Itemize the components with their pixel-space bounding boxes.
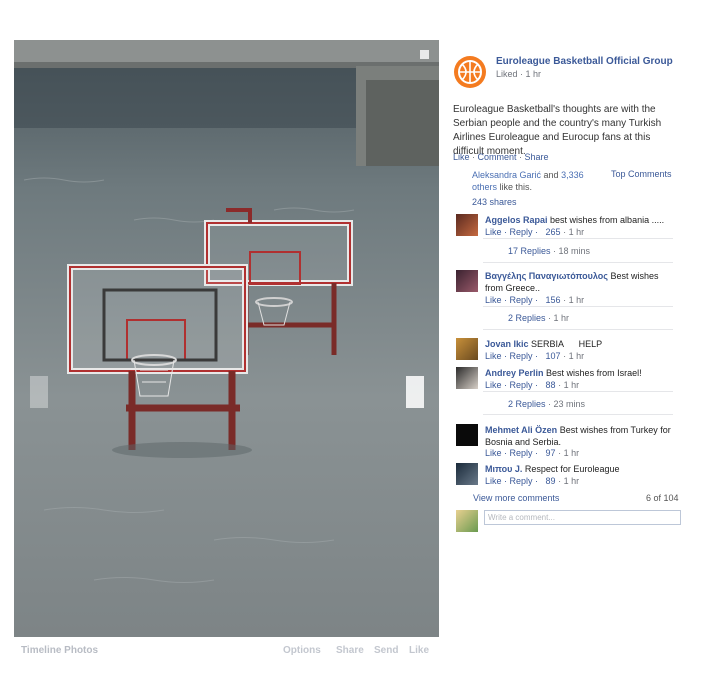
avatar[interactable] [456, 214, 478, 236]
flood-photo-image [14, 40, 439, 637]
comment-text: best wishes from albania ..... [550, 215, 665, 225]
comment-like-link[interactable]: Like [485, 380, 502, 390]
replies-link[interactable]: 17 Replies · 18 mins [508, 246, 590, 256]
comment-reply-link[interactable]: Reply [510, 295, 533, 305]
post-like-link[interactable]: Like [453, 152, 470, 162]
comment-time: 1 hr [563, 476, 580, 486]
avatar[interactable] [456, 338, 478, 360]
avatar[interactable] [456, 270, 478, 292]
comment-like-link[interactable]: Like [485, 448, 502, 458]
like-button[interactable]: Like [409, 645, 429, 656]
comment-like-link[interactable]: Like [485, 295, 502, 305]
comment-time: 1 hr [563, 380, 580, 390]
avatar[interactable] [456, 424, 478, 446]
comment-like-count[interactable]: 156 [546, 295, 561, 305]
post-share-link[interactable]: Share [525, 152, 549, 162]
comment-reply-link[interactable]: Reply [510, 476, 533, 486]
comment-like-count[interactable]: 107 [546, 351, 561, 361]
comment-like-link[interactable]: Like [485, 351, 502, 361]
next-arrow-icon[interactable] [406, 376, 424, 408]
comment-text: SERBIA HELP [531, 339, 603, 349]
options-button[interactable]: Options [283, 645, 321, 656]
comment-time: 1 hr [568, 227, 585, 237]
comment-count: 6 of 104 [646, 493, 679, 503]
likes-summary: Aleksandra Garić and 3,336 others like t… [472, 170, 584, 192]
euroleague-logo-icon[interactable] [453, 55, 487, 89]
prev-arrow-icon[interactable] [30, 376, 48, 408]
comment-text: Respect for Euroleague [524, 464, 620, 474]
replies-link[interactable]: 2 Replies · 23 mins [508, 399, 585, 409]
shares-link[interactable]: 243 shares [472, 197, 517, 207]
comment-like-link[interactable]: Like [485, 227, 502, 237]
expand-icon[interactable] [420, 50, 429, 59]
comment-like-link[interactable]: Like [485, 476, 502, 486]
post-text: Euroleague Basketball's thoughts are wit… [453, 104, 662, 157]
comment-reply-link[interactable]: Reply [510, 448, 533, 458]
send-button[interactable]: Send [374, 645, 398, 656]
write-comment-input[interactable]: Write a comment... [484, 510, 681, 525]
comment-author[interactable]: Βαγγέλης Παναγιωτόπουλος [485, 271, 608, 281]
avatar [456, 510, 478, 532]
avatar[interactable] [456, 463, 478, 485]
liked-timestamp: Liked · 1 hr [496, 69, 542, 79]
comment-author[interactable]: Μιπου J. [485, 464, 522, 474]
share-button[interactable]: Share [336, 645, 364, 656]
comment-author[interactable]: Jovan Ikic [485, 339, 529, 349]
comment-like-count[interactable]: 88 [546, 380, 556, 390]
comment-reply-link[interactable]: Reply [510, 227, 533, 237]
comment-author[interactable]: Aggelos Rapai [485, 215, 548, 225]
comment-reply-link[interactable]: Reply [510, 351, 533, 361]
view-more-comments-link[interactable]: View more comments [473, 493, 559, 503]
album-title[interactable]: Timeline Photos [21, 645, 98, 656]
photo-bottom-bar: Timeline Photos Options Share Send Like [14, 637, 439, 665]
comment-like-count[interactable]: 89 [546, 476, 556, 486]
liker-name-link[interactable]: Aleksandra Garić [472, 170, 541, 180]
avatar[interactable] [456, 367, 478, 389]
comment-time: 1 hr [568, 351, 585, 361]
timeline-photo[interactable] [14, 40, 439, 637]
comment-reply-link[interactable]: Reply [510, 380, 533, 390]
replies-link[interactable]: 2 Replies · 1 hr [508, 313, 569, 323]
post-comment-link[interactable]: Comment [478, 152, 517, 162]
group-name-link[interactable]: Euroleague Basketball Official Group [496, 56, 673, 67]
comment-like-count[interactable]: 265 [546, 227, 561, 237]
post-actions: Like · Comment · Share [453, 152, 549, 162]
comment-text: Best wishes from Israel! [546, 368, 642, 378]
top-comments-dropdown[interactable]: Top Comments [611, 169, 672, 179]
comment-time: 1 hr [568, 295, 585, 305]
comment-author[interactable]: Mehmet Ali Özen [485, 425, 557, 435]
comment-time: 1 hr [563, 448, 580, 458]
comment-like-count[interactable]: 97 [546, 448, 556, 458]
comment-author[interactable]: Andrey Perlin [485, 368, 544, 378]
